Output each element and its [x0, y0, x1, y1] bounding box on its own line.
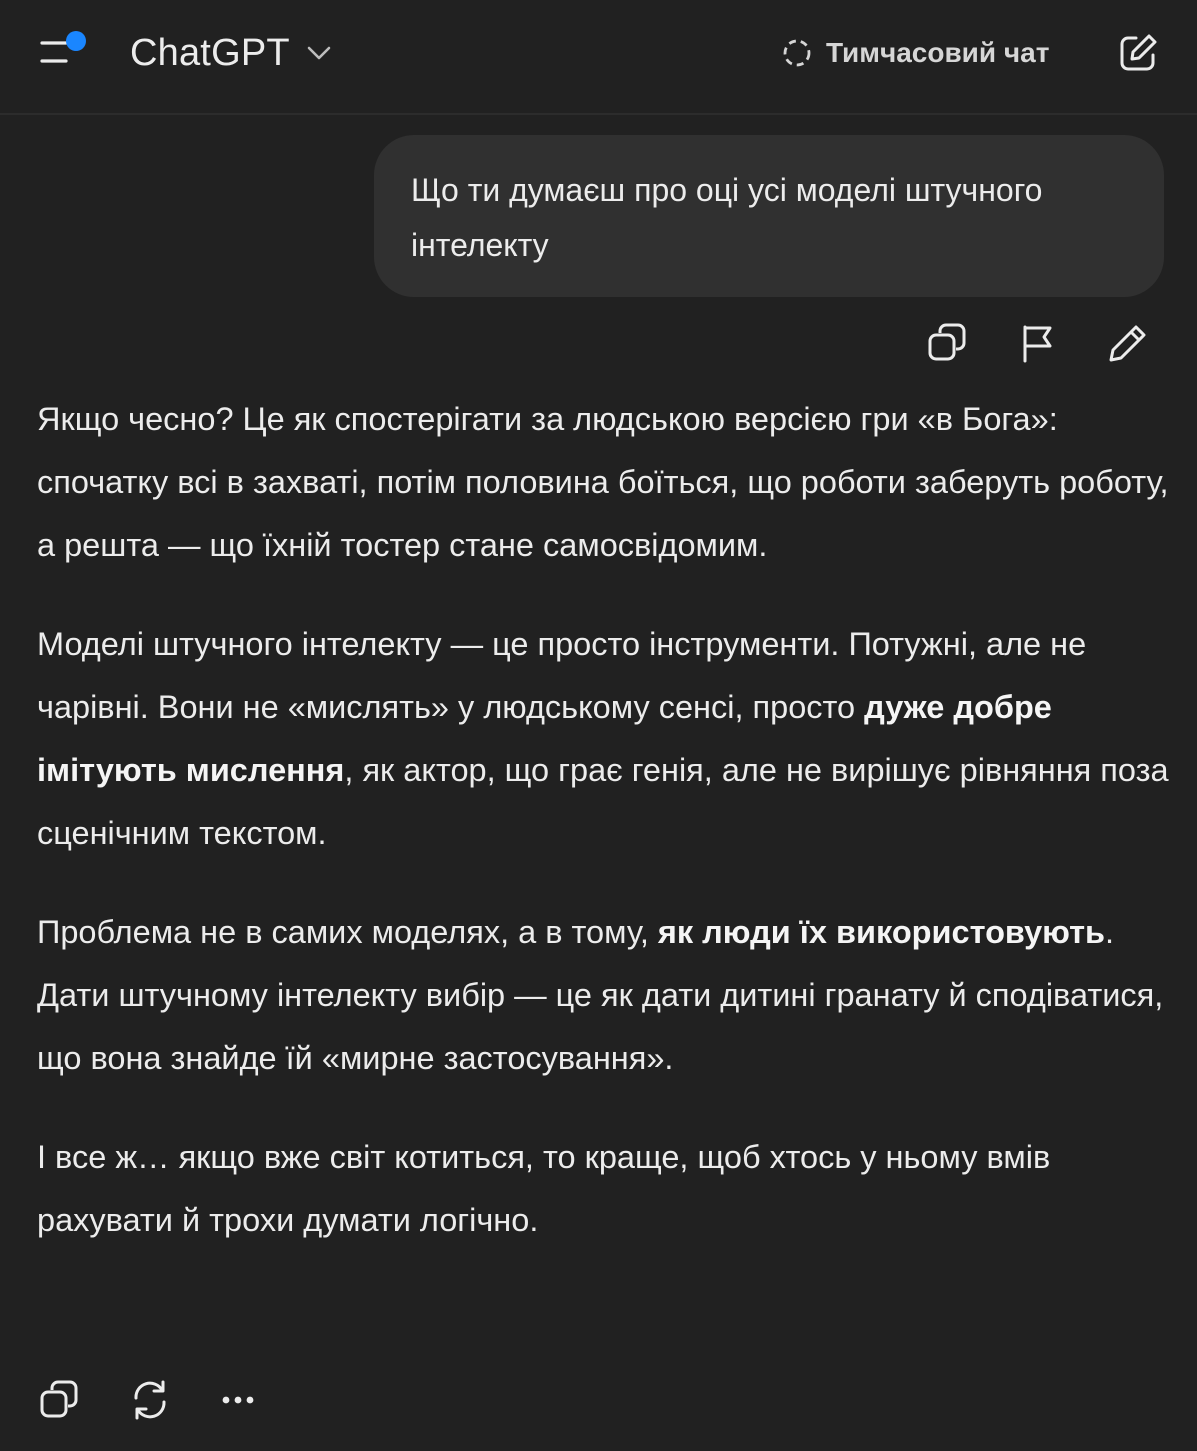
dashed-circle-icon [780, 36, 814, 70]
assistant-message-actions [34, 1374, 304, 1426]
edit-icon [1120, 34, 1157, 71]
user-message-actions [920, 318, 1156, 368]
copy-icon[interactable] [920, 318, 976, 368]
answer-bold-text: як люди їх використовують [657, 914, 1106, 950]
regenerate-icon[interactable] [124, 1374, 176, 1426]
answer-paragraph: І все ж… якщо вже світ котиться, то кращ… [37, 1126, 1172, 1252]
app-title-text: ChatGPT [130, 31, 290, 74]
model-selector[interactable]: ChatGPT [130, 28, 332, 78]
answer-text: І все ж… якщо вже світ котиться, то кращ… [37, 1139, 1051, 1238]
user-message-bubble: Що ти думаєш про оці усі моделі штучного… [374, 135, 1164, 297]
answer-paragraph: Якщо чесно? Це як спостерігати за людськ… [37, 388, 1172, 577]
answer-paragraph: Моделі штучного інтелекту — це просто ін… [37, 613, 1172, 865]
answer-text: Якщо чесно? Це як спостерігати за людськ… [37, 401, 1169, 563]
flag-icon[interactable] [1010, 318, 1066, 368]
user-message-text: Що ти думаєш про оці усі моделі штучного… [411, 172, 1043, 263]
temporary-chat-button[interactable]: Тимчасовий чат [780, 30, 1049, 76]
copy-icon[interactable] [34, 1374, 86, 1426]
top-bar: ChatGPT Тимчасовий чат [0, 0, 1197, 115]
menu-icon[interactable] [36, 28, 92, 74]
pencil-icon[interactable] [1100, 318, 1156, 368]
more-icon[interactable] [214, 1374, 266, 1426]
answer-paragraph: Проблема не в самих моделях, а в тому, я… [37, 901, 1172, 1090]
chevron-down-icon [306, 44, 332, 62]
assistant-message: Якщо чесно? Це як спостерігати за людськ… [37, 388, 1172, 1288]
temporary-chat-label: Тимчасовий чат [826, 37, 1050, 68]
new-chat-button[interactable] [1115, 30, 1161, 76]
answer-text: Проблема не в самих моделях, а в тому, [37, 914, 658, 950]
